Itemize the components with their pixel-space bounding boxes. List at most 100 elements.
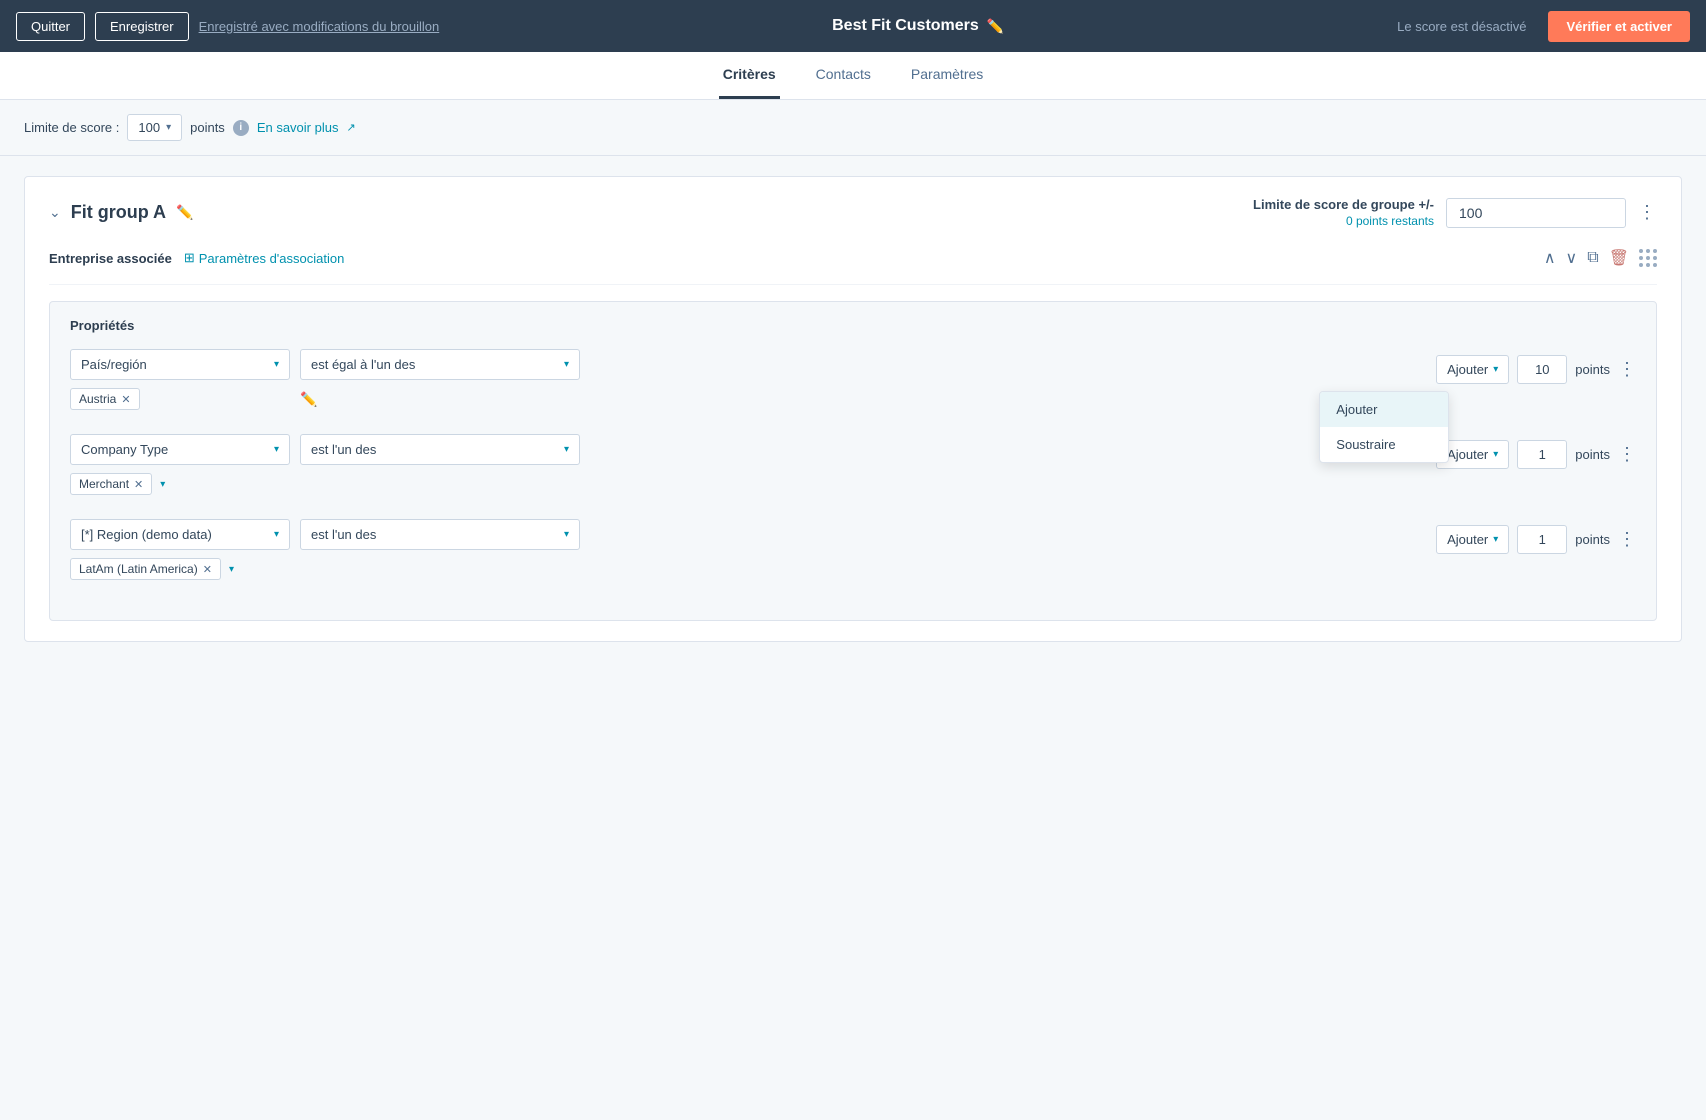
score-limit-label: Limite de score :: [24, 120, 119, 135]
tag-container-2: Merchant ✕ ▾: [70, 473, 290, 495]
chevron-down-icon: ▾: [564, 529, 569, 540]
app-title: Best Fit Customers ✏️: [449, 17, 1387, 35]
edit-group-icon[interactable]: ✏️: [176, 204, 193, 221]
property-row-1: País/región ▾ est égal à l'un des ▾ Aust…: [70, 349, 1636, 410]
copy-icon[interactable]: ⧉: [1587, 249, 1598, 267]
field-select-1[interactable]: País/región ▾: [70, 349, 290, 380]
chevron-down-icon: ▾: [274, 444, 279, 455]
tag-latam: LatAm (Latin America) ✕: [70, 558, 221, 580]
quit-button[interactable]: Quitter: [16, 12, 85, 41]
property-row-top-2: Company Type ▾ est l'un des ▾: [70, 434, 1416, 465]
score-limit-dropdown[interactable]: 100 ▾: [127, 114, 182, 141]
group-title-section: ⌄ Fit group A ✏️: [49, 202, 193, 223]
association-link[interactable]: ⊞ Paramètres d'association: [184, 250, 344, 266]
points-label-1: points: [1575, 362, 1610, 377]
trash-icon[interactable]: 🗑: [1609, 248, 1629, 268]
property-actions-2: Ajouter ▾ points ⋮: [1436, 440, 1636, 469]
group-menu-icon[interactable]: ⋮: [1638, 202, 1657, 223]
ajouter-btn-1[interactable]: Ajouter ▾: [1436, 355, 1509, 384]
points-input-2[interactable]: [1517, 440, 1567, 469]
property-actions-1: Ajouter ▾ Ajouter Soustraire points ⋮: [1436, 355, 1636, 384]
points-label-2: points: [1575, 447, 1610, 462]
group-header: ⌄ Fit group A ✏️ Limite de score de grou…: [49, 197, 1657, 228]
tag-close-latam[interactable]: ✕: [203, 563, 212, 576]
ajouter-dropdown: Ajouter Soustraire: [1319, 391, 1449, 463]
tag-container-3: LatAm (Latin America) ✕ ▾: [70, 558, 290, 580]
points-input-1[interactable]: [1517, 355, 1567, 384]
property-row-3: [*] Region (demo data) ▾ est l'un des ▾ …: [70, 519, 1636, 580]
tag-merchant: Merchant ✕: [70, 473, 152, 495]
ajouter-btn-3[interactable]: Ajouter ▾: [1436, 525, 1509, 554]
property-row-bottom-1: Austria ✕ ✏️: [70, 388, 1416, 410]
dropdown-item-ajouter[interactable]: Ajouter: [1320, 392, 1448, 427]
tag-dropdown-2[interactable]: ▾: [160, 479, 165, 490]
association-row: Entreprise associée ⊞ Paramètres d'assoc…: [49, 248, 1657, 285]
tabs-nav: Critères Contacts Paramètres: [0, 52, 1706, 100]
tab-parametres[interactable]: Paramètres: [907, 52, 987, 99]
field-select-2[interactable]: Company Type ▾: [70, 434, 290, 465]
property-row-bottom-3: LatAm (Latin America) ✕ ▾: [70, 558, 1416, 580]
tab-contacts[interactable]: Contacts: [812, 52, 875, 99]
properties-section: Propriétés País/región ▾ est égal à l'un…: [49, 301, 1657, 621]
tag-austria: Austria ✕: [70, 388, 140, 410]
chevron-down-icon: ▾: [166, 122, 171, 133]
chevron-down-icon: ▾: [1493, 449, 1498, 460]
chevron-down-icon: ▾: [274, 529, 279, 540]
points-input-3[interactable]: [1517, 525, 1567, 554]
group-score-input[interactable]: [1446, 198, 1626, 228]
row-menu-icon-2[interactable]: ⋮: [1618, 444, 1636, 465]
points-label-3: points: [1575, 532, 1610, 547]
chevron-up-icon[interactable]: ∧: [1544, 248, 1556, 268]
tab-criteres[interactable]: Critères: [719, 52, 780, 99]
app-header: Quitter Enregistrer Enregistré avec modi…: [0, 0, 1706, 52]
property-content-1: País/región ▾ est égal à l'un des ▾ Aust…: [70, 349, 1416, 410]
tag-close-merchant[interactable]: ✕: [134, 478, 143, 491]
external-link-icon: ↗: [346, 121, 355, 134]
group-score-limit-label: Limite de score de groupe +/-: [1253, 197, 1434, 212]
association-label: Entreprise associée: [49, 251, 172, 266]
chevron-down-icon: ▾: [274, 359, 279, 370]
settings-icon: ⊞: [184, 250, 195, 266]
association-left: Entreprise associée ⊞ Paramètres d'assoc…: [49, 250, 344, 266]
properties-title: Propriétés: [70, 318, 1636, 333]
condition-select-2[interactable]: est l'un des ▾: [300, 434, 580, 465]
save-button[interactable]: Enregistrer: [95, 12, 189, 41]
property-actions-3: Ajouter ▾ points ⋮: [1436, 525, 1636, 554]
group-score-section: Limite de score de groupe +/- 0 points r…: [1253, 197, 1657, 228]
row-menu-icon-3[interactable]: ⋮: [1618, 529, 1636, 550]
pencil-icon-1[interactable]: ✏️: [300, 391, 317, 408]
chevron-down-icon[interactable]: ⌄: [49, 204, 61, 221]
score-limit-bar: Limite de score : 100 ▾ points i En savo…: [0, 100, 1706, 156]
chevron-down2-icon[interactable]: ∨: [1566, 248, 1578, 268]
main-content: ⌄ Fit group A ✏️ Limite de score de grou…: [0, 156, 1706, 1120]
points-label: points: [190, 120, 225, 135]
property-row-top-3: [*] Region (demo data) ▾ est l'un des ▾: [70, 519, 1416, 550]
info-icon: i: [233, 120, 249, 136]
group-title: Fit group A: [71, 202, 166, 223]
condition-select-3[interactable]: est l'un des ▾: [300, 519, 580, 550]
field-select-3[interactable]: [*] Region (demo data) ▾: [70, 519, 290, 550]
tag-close-austria[interactable]: ✕: [121, 393, 130, 406]
chevron-down-icon: ▾: [1493, 364, 1498, 375]
drag-handle[interactable]: [1639, 249, 1657, 267]
row-menu-icon-1[interactable]: ⋮: [1618, 359, 1636, 380]
condition-select-1[interactable]: est égal à l'un des ▾: [300, 349, 580, 380]
tag-container-1: Austria ✕: [70, 388, 290, 410]
group-card: ⌄ Fit group A ✏️ Limite de score de grou…: [24, 176, 1682, 642]
learn-more-link[interactable]: En savoir plus: [257, 120, 339, 135]
dropdown-item-soustraire[interactable]: Soustraire: [1320, 427, 1448, 462]
saved-status: Enregistré avec modifications du brouill…: [199, 19, 440, 34]
property-content-2: Company Type ▾ est l'un des ▾ Merchant: [70, 434, 1416, 495]
score-status: Le score est désactivé: [1397, 19, 1526, 34]
group-score-remaining: 0 points restants: [1253, 214, 1434, 228]
association-right: ∧ ∨ ⧉ 🗑: [1544, 248, 1657, 268]
property-row-bottom-2: Merchant ✕ ▾: [70, 473, 1416, 495]
chevron-down-icon: ▾: [564, 444, 569, 455]
chevron-down-icon: ▾: [1493, 534, 1498, 545]
chevron-down-icon: ▾: [564, 359, 569, 370]
activate-button[interactable]: Vérifier et activer: [1548, 11, 1690, 42]
property-row-top-1: País/región ▾ est égal à l'un des ▾: [70, 349, 1416, 380]
edit-title-icon[interactable]: ✏️: [987, 18, 1004, 35]
tag-dropdown-3[interactable]: ▾: [229, 564, 234, 575]
property-content-3: [*] Region (demo data) ▾ est l'un des ▾ …: [70, 519, 1416, 580]
